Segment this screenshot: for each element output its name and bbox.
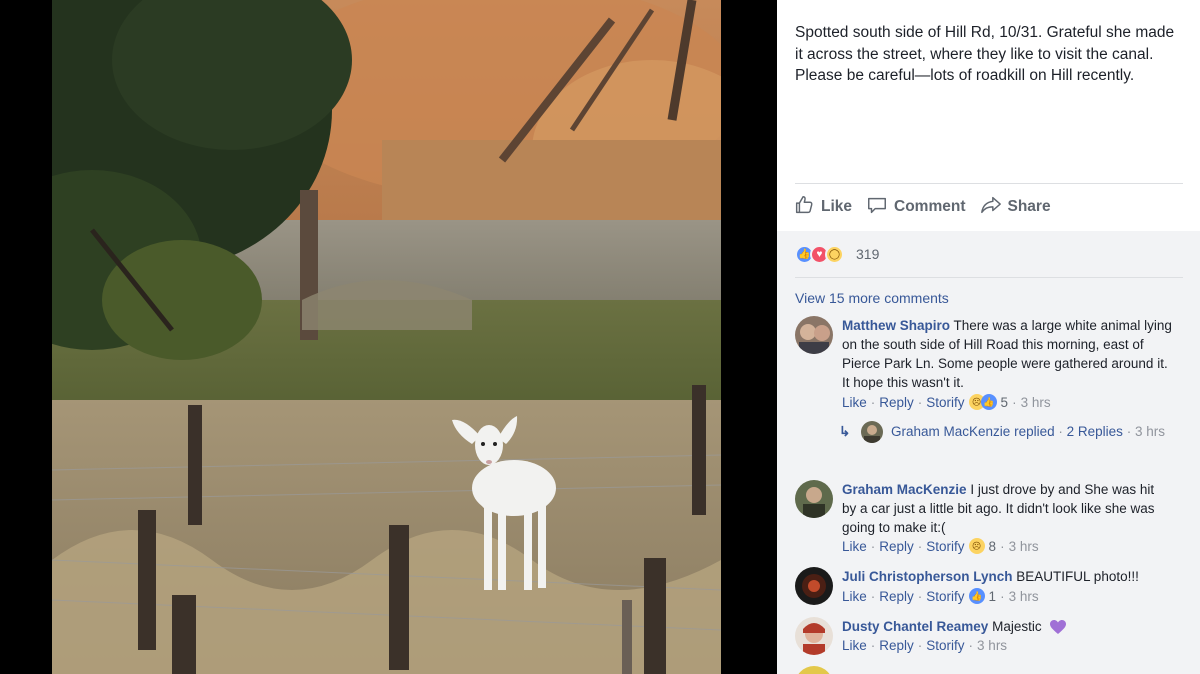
comment-storify-link[interactable]: Storify: [926, 395, 964, 410]
share-button-label: Share: [1007, 198, 1051, 215]
reaction-icons: 👍 ♥ ◯: [795, 245, 844, 264]
comment-like-link[interactable]: Like: [842, 395, 867, 410]
comment-author[interactable]: Juli Christopherson Lynch: [842, 569, 1013, 584]
comment-text: BEAUTIFUL photo!!!: [1016, 569, 1139, 584]
purple-heart-icon: [1050, 620, 1067, 635]
comment-like-link[interactable]: Like: [842, 638, 867, 653]
comment-item: Juli Christopherson Lynch BEAUTIFUL phot…: [795, 567, 1190, 611]
comment-author[interactable]: Matthew Shapiro: [842, 318, 950, 333]
comment-meta: Like · Reply · Storify · 3 hrs: [842, 638, 1008, 653]
comment-reply-link[interactable]: Reply: [879, 539, 914, 554]
reply-summary[interactable]: ↳ Graham MacKenzie replied · 2 Replies · …: [839, 421, 1169, 444]
comments-section: View 15 more comments Matthew Shapiro Th…: [777, 278, 1200, 674]
share-arrow-icon: [980, 194, 1002, 221]
comment-storify-link[interactable]: Storify: [926, 589, 964, 604]
reply-timestamp: 3 hrs: [1134, 424, 1165, 439]
comment-bubble-icon: [866, 194, 888, 221]
comment-author[interactable]: Dusty Chantel Reamey: [842, 619, 988, 634]
comment-meta: Like · Reply · Storify 👍 1 · 3 hrs: [842, 588, 1039, 604]
comment-button[interactable]: Comment: [866, 194, 966, 221]
comment-meta: Like · Reply · Storify ☹ 8 · 3 hrs: [842, 538, 1039, 554]
comment-reply-link[interactable]: Reply: [879, 638, 914, 653]
comment-item: Matthew Shapiro There was a large white …: [795, 316, 1190, 416]
avatar[interactable]: [795, 666, 833, 674]
avatar[interactable]: [795, 567, 833, 605]
sad-reaction-icon: ☹: [968, 538, 985, 554]
avatar[interactable]: [795, 617, 833, 655]
like-button[interactable]: Like: [793, 194, 852, 221]
reaction-count: 319: [856, 246, 880, 262]
comment-timestamp[interactable]: 3 hrs: [1021, 395, 1051, 410]
comment-author[interactable]: Graham MacKenzie: [842, 482, 967, 497]
reply-count: 2 Replies: [1066, 424, 1123, 439]
reactions-summary[interactable]: 👍 ♥ ◯ 319: [777, 231, 1200, 278]
comment-button-label: Comment: [894, 198, 966, 215]
like-reaction-icon: 👍: [980, 394, 997, 410]
comment-timestamp[interactable]: 3 hrs: [977, 638, 1007, 653]
avatar: [861, 421, 883, 444]
avatar[interactable]: [795, 316, 833, 354]
comment-timestamp[interactable]: 3 hrs: [1009, 539, 1039, 554]
post-caption: Spotted south side of Hill Rd, 10/31. Gr…: [795, 24, 1175, 84]
post-action-bar: Like Comment Share: [793, 194, 1185, 220]
photo-viewer: [0, 0, 777, 674]
comment-body: Graham MacKenzie I just drove by and She…: [842, 480, 1172, 537]
comment-reply-link[interactable]: Reply: [879, 395, 914, 410]
comment-like-link[interactable]: Like: [842, 539, 867, 554]
comment-item: Dusty Chantel Reamey Majestic Like · Rep…: [795, 617, 1190, 661]
comment-reaction-count[interactable]: 8: [989, 539, 997, 554]
post-photo[interactable]: [52, 0, 721, 674]
reply-arrow-icon: ↳: [839, 424, 851, 439]
comment-storify-link[interactable]: Storify: [926, 539, 964, 554]
deer-photo-image: [52, 0, 721, 674]
thumbs-up-icon: [793, 194, 815, 221]
comment-item: Graham MacKenzie I just drove by and She…: [795, 480, 1190, 560]
comment-body: Juli Christopherson Lynch BEAUTIFUL phot…: [842, 567, 1172, 586]
comment-meta: Like · Reply · Storify ☹ 👍 5 · 3 hrs: [842, 394, 1051, 410]
share-button[interactable]: Share: [980, 194, 1051, 221]
comment-body: Matthew Shapiro There was a large white …: [842, 316, 1172, 392]
view-more-comments-link[interactable]: View 15 more comments: [795, 290, 949, 306]
comment-text: Majestic: [992, 619, 1042, 634]
reply-author: Graham MacKenzie: [891, 424, 1011, 439]
comment-reaction-count[interactable]: 1: [989, 589, 997, 604]
reply-action-text: replied: [1014, 424, 1055, 439]
divider: [795, 183, 1183, 184]
comment-reply-link[interactable]: Reply: [879, 589, 914, 604]
comment-like-link[interactable]: Like: [842, 589, 867, 604]
comment-reaction-count[interactable]: 5: [1001, 395, 1009, 410]
comment-body: Dusty Chantel Reamey Majestic: [842, 617, 1172, 636]
post-side-panel: Spotted south side of Hill Rd, 10/31. Gr…: [777, 0, 1200, 674]
like-reaction-icon: 👍: [968, 588, 985, 604]
comment-storify-link[interactable]: Storify: [926, 638, 964, 653]
like-button-label: Like: [821, 198, 853, 215]
avatar[interactable]: [795, 480, 833, 518]
comment-item: [795, 666, 1190, 674]
wow-reaction-icon: ◯: [825, 245, 844, 264]
comment-timestamp[interactable]: 3 hrs: [1009, 589, 1039, 604]
